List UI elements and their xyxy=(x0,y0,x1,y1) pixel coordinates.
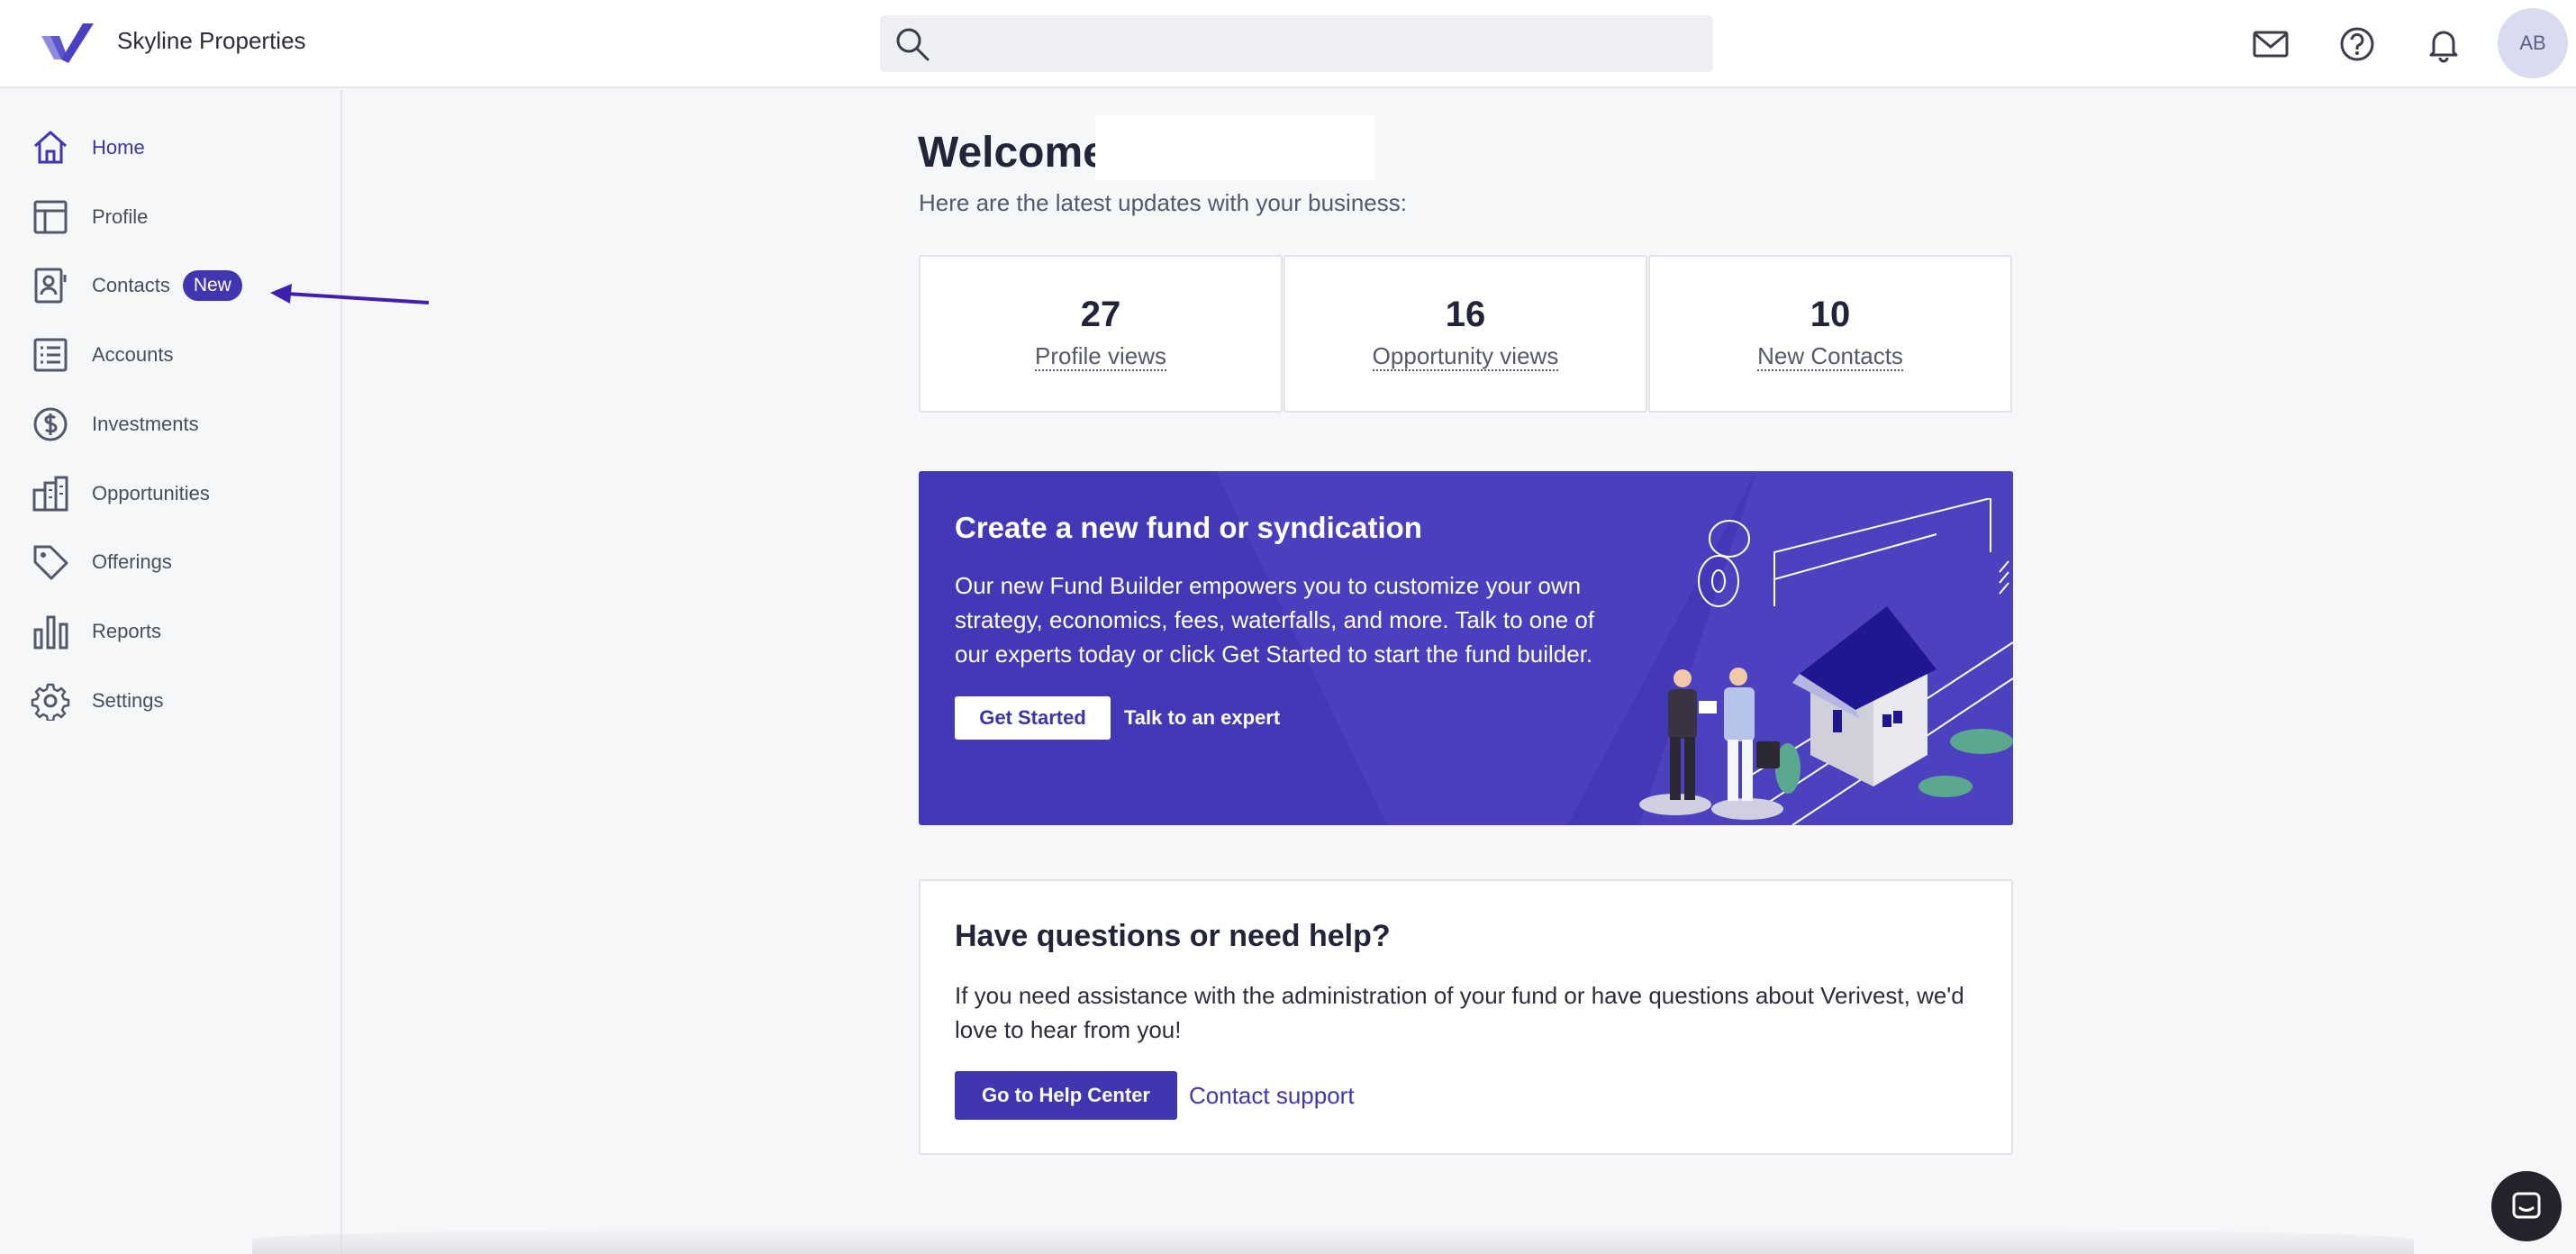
sidebar-item-settings[interactable]: Settings xyxy=(31,677,328,724)
bell-icon[interactable] xyxy=(2425,25,2463,63)
sidebar-item-accounts[interactable]: Accounts xyxy=(31,332,328,378)
stat-value: 27 xyxy=(1080,295,1121,334)
brand-name[interactable]: Skyline Properties xyxy=(117,27,306,55)
top-bar: Skyline Properties AB xyxy=(0,0,2576,88)
search-input[interactable] xyxy=(880,15,1713,72)
sidebar-item-label: Settings xyxy=(92,689,164,712)
home-icon xyxy=(34,131,67,164)
chat-launcher-button[interactable] xyxy=(2491,1171,2562,1241)
layout-icon xyxy=(33,200,68,234)
help-center-button[interactable]: Go to Help Center xyxy=(955,1071,1177,1120)
dollar-icon xyxy=(33,407,68,441)
sidebar-item-label: Home xyxy=(92,136,145,159)
sidebar-item-reports[interactable]: Reports xyxy=(31,608,328,655)
stat-label[interactable]: Opportunity views xyxy=(1372,342,1559,371)
footer-shadow xyxy=(252,1225,2414,1254)
fund-builder-banner: Create a new fund or syndication Our new… xyxy=(919,471,2013,825)
avatar[interactable]: AB xyxy=(2498,8,2568,78)
sidebar-item-label: Opportunities xyxy=(92,482,210,504)
house-deal-illustration xyxy=(1639,498,2013,825)
logo-icon[interactable] xyxy=(41,23,97,63)
stat-card-profile-views: 27 Profile views xyxy=(919,255,1283,413)
get-started-button[interactable]: Get Started xyxy=(955,696,1111,740)
search-icon xyxy=(896,28,930,61)
annotation-arrow xyxy=(270,284,430,304)
stat-value: 16 xyxy=(1445,295,1486,334)
contacts-icon xyxy=(34,268,67,304)
sidebar-item-label: Offerings xyxy=(92,550,172,573)
stat-value: 10 xyxy=(1810,295,1851,334)
banner-title: Create a new fund or syndication xyxy=(955,511,1422,544)
stat-card-opportunity-views: 16 Opportunity views xyxy=(1283,255,1647,413)
help-icon[interactable] xyxy=(2338,25,2376,63)
sidebar-item-label: Contacts xyxy=(92,274,170,296)
sidebar-item-home[interactable]: Home xyxy=(31,124,328,171)
redacted-name xyxy=(1095,115,1374,180)
sidebar-item-label: Profile xyxy=(92,205,149,228)
sidebar-item-profile[interactable]: Profile xyxy=(31,194,328,241)
stat-label[interactable]: New Contacts xyxy=(1757,342,1903,371)
page-title: Welcome xyxy=(918,129,1107,177)
sidebar-item-investments[interactable]: Investments xyxy=(31,401,328,448)
help-text: If you need assistance with the administ… xyxy=(955,982,1964,1043)
new-badge: New xyxy=(182,270,242,301)
contact-support-link[interactable]: Contact support xyxy=(1189,1082,1355,1110)
chat-icon xyxy=(2512,1192,2541,1219)
buildings-icon xyxy=(32,476,68,512)
sidebar-item-offerings[interactable]: Offerings xyxy=(31,539,328,586)
sidebar-item-label: Investments xyxy=(92,413,199,435)
bar-chart-icon xyxy=(33,615,68,650)
tag-icon xyxy=(33,545,68,580)
sidebar-item-label: Reports xyxy=(92,620,162,642)
gear-icon xyxy=(31,683,70,721)
help-title: Have questions or need help? xyxy=(955,919,1391,953)
sidebar-item-opportunities[interactable]: Opportunities xyxy=(31,470,328,517)
talk-to-expert-link[interactable]: Talk to an expert xyxy=(1124,706,1280,730)
stat-label[interactable]: Profile views xyxy=(1035,342,1166,371)
help-card: Have questions or need help? If you need… xyxy=(919,879,2013,1155)
list-icon xyxy=(33,338,68,372)
page-subtitle: Here are the latest updates with your bu… xyxy=(919,189,1407,216)
mail-icon[interactable] xyxy=(2252,25,2290,63)
sidebar-item-label: Accounts xyxy=(92,343,174,366)
banner-text: Our new Fund Builder empowers you to cus… xyxy=(955,572,1595,668)
stat-card-new-contacts: 10 New Contacts xyxy=(1648,255,2012,413)
